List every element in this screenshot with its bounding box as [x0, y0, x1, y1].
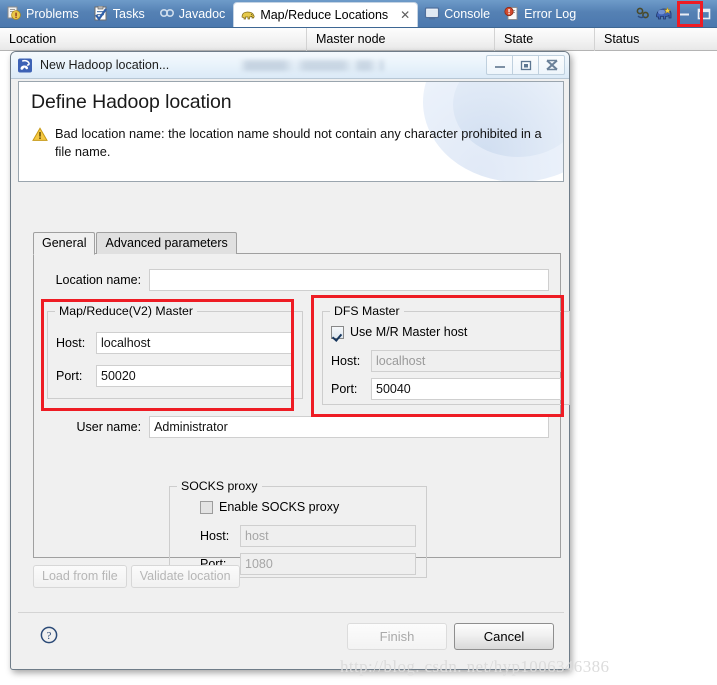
- table-column-header-row: Location Master node State Status: [0, 27, 717, 51]
- use-mr-master-host-checkbox[interactable]: [331, 325, 344, 339]
- hadoop-location-icon: [17, 57, 34, 74]
- mapreduce-master-group-title: Map/Reduce(V2) Master: [55, 304, 197, 318]
- dialog-title-bar[interactable]: New Hadoop location...: [11, 52, 569, 79]
- general-tab-actions: Load from file Validate location: [33, 565, 240, 588]
- socks-host-label: Host:: [200, 529, 230, 543]
- dialog-title: New Hadoop location...: [40, 58, 170, 72]
- use-mr-master-host-label: Use M/R Master host: [350, 325, 468, 339]
- view-toolbar: [635, 0, 717, 27]
- user-name-input[interactable]: Administrator: [149, 416, 549, 438]
- close-button[interactable]: [538, 55, 565, 75]
- column-header-state[interactable]: State: [495, 27, 595, 51]
- mr-port-label: Port:: [56, 369, 83, 383]
- hadoop-elephant-icon: [240, 8, 256, 23]
- user-name-row: User name: Administrator: [49, 416, 549, 438]
- finish-button[interactable]: Finish: [347, 623, 447, 650]
- minimize-view-icon[interactable]: [675, 5, 693, 23]
- dialog-tab-strip: General Advanced parameters: [33, 232, 237, 255]
- close-icon[interactable]: ✕: [397, 8, 413, 22]
- error-log-icon: [504, 6, 520, 21]
- dialog-window-buttons: [486, 55, 565, 75]
- watermark-text: http://blog. csdn. net/hyp1006346386: [340, 657, 610, 676]
- tasks-icon: [93, 5, 109, 21]
- blurred-title-text: [239, 59, 385, 71]
- dfs-port-input[interactable]: 50040: [371, 378, 561, 400]
- warning-triangle-icon: [32, 127, 48, 142]
- dfs-host-input[interactable]: localhost: [371, 350, 561, 372]
- dfs-port-label: Port:: [331, 382, 358, 396]
- load-from-file-button[interactable]: Load from file: [33, 565, 127, 588]
- column-header-master-node[interactable]: Master node: [307, 27, 495, 51]
- column-header-location[interactable]: Location: [0, 27, 307, 51]
- tab-advanced-parameters[interactable]: Advanced parameters: [96, 232, 237, 254]
- mr-host-label: Host:: [56, 336, 86, 350]
- dfs-master-group-title: DFS Master: [330, 304, 404, 318]
- socks-proxy-group-title: SOCKS proxy: [177, 479, 262, 493]
- dialog-footer-buttons: Finish Cancel: [347, 623, 554, 650]
- tab-general[interactable]: General: [33, 232, 96, 255]
- column-header-status[interactable]: Status: [595, 28, 717, 51]
- view-tab-bar: Problems Tasks Javadoc Map/Reduce Locati…: [0, 0, 717, 28]
- validation-message-text: Bad location name: the location name sho…: [55, 126, 542, 159]
- minimize-button[interactable]: [486, 55, 513, 75]
- dfs-host-label: Host:: [331, 354, 361, 368]
- problems-icon: [6, 6, 22, 21]
- tab-map-reduce-locations-label: Map/Reduce Locations: [260, 8, 389, 22]
- new-hadoop-location-dialog: New Hadoop location... Define Hadoop loc…: [10, 51, 570, 670]
- tab-tasks[interactable]: Tasks: [87, 0, 153, 27]
- socks-host-placeholder: host: [245, 529, 269, 543]
- tab-problems[interactable]: Problems: [0, 0, 87, 27]
- tab-javadoc-label: Javadoc: [178, 6, 226, 21]
- restore-button[interactable]: [512, 55, 539, 75]
- tab-error-log-label: Error Log: [524, 6, 577, 21]
- help-question-icon[interactable]: ?: [40, 626, 58, 644]
- tab-console-label: Console: [444, 6, 491, 21]
- svg-text:?: ?: [47, 630, 52, 642]
- dfs-master-group: DFS Master Use M/R Master host Host: loc…: [322, 304, 570, 405]
- dialog-footer: ? Finish Cancel: [18, 612, 564, 662]
- tab-problems-label: Problems: [26, 6, 79, 21]
- console-icon: [424, 6, 440, 21]
- cancel-button[interactable]: Cancel: [454, 623, 554, 650]
- enable-socks-proxy-checkbox[interactable]: [200, 500, 213, 514]
- tab-map-reduce-locations[interactable]: Map/Reduce Locations ✕: [233, 2, 419, 27]
- general-tab-panel: Location name: Map/Reduce(V2) Master Hos…: [33, 253, 570, 578]
- new-hadoop-location-icon[interactable]: [655, 5, 673, 23]
- mapreduce-master-group: Map/Reduce(V2) Master Host: localhost Po…: [47, 304, 303, 399]
- location-name-row: Location name:: [49, 269, 549, 291]
- mr-port-input[interactable]: 50020: [96, 365, 294, 387]
- user-name-label: User name:: [76, 420, 142, 434]
- tab-javadoc[interactable]: Javadoc: [153, 0, 234, 27]
- maximize-view-icon[interactable]: [695, 5, 713, 23]
- location-name-input[interactable]: [149, 269, 549, 291]
- tab-bar-spacer: [584, 0, 635, 27]
- tab-error-log[interactable]: Error Log: [498, 0, 584, 27]
- page-title: Define Hadoop location: [31, 91, 232, 113]
- socks-port-placeholder: 1080: [245, 557, 273, 571]
- socks-host-input[interactable]: host: [240, 525, 416, 547]
- tab-tasks-label: Tasks: [112, 6, 145, 21]
- enable-socks-proxy-label: Enable SOCKS proxy: [219, 500, 340, 514]
- restart-hadoop-icon[interactable]: [635, 5, 653, 23]
- javadoc-icon: [159, 6, 175, 21]
- socks-port-input[interactable]: 1080: [240, 553, 416, 575]
- location-name-label: Location name:: [55, 273, 142, 287]
- tab-console[interactable]: Console: [418, 0, 498, 27]
- validation-message: Bad location name: the location name sho…: [32, 125, 542, 161]
- dialog-header-banner: Define Hadoop location Bad location name…: [18, 81, 564, 182]
- validate-location-button[interactable]: Validate location: [130, 565, 240, 588]
- mr-host-input[interactable]: localhost: [96, 332, 294, 354]
